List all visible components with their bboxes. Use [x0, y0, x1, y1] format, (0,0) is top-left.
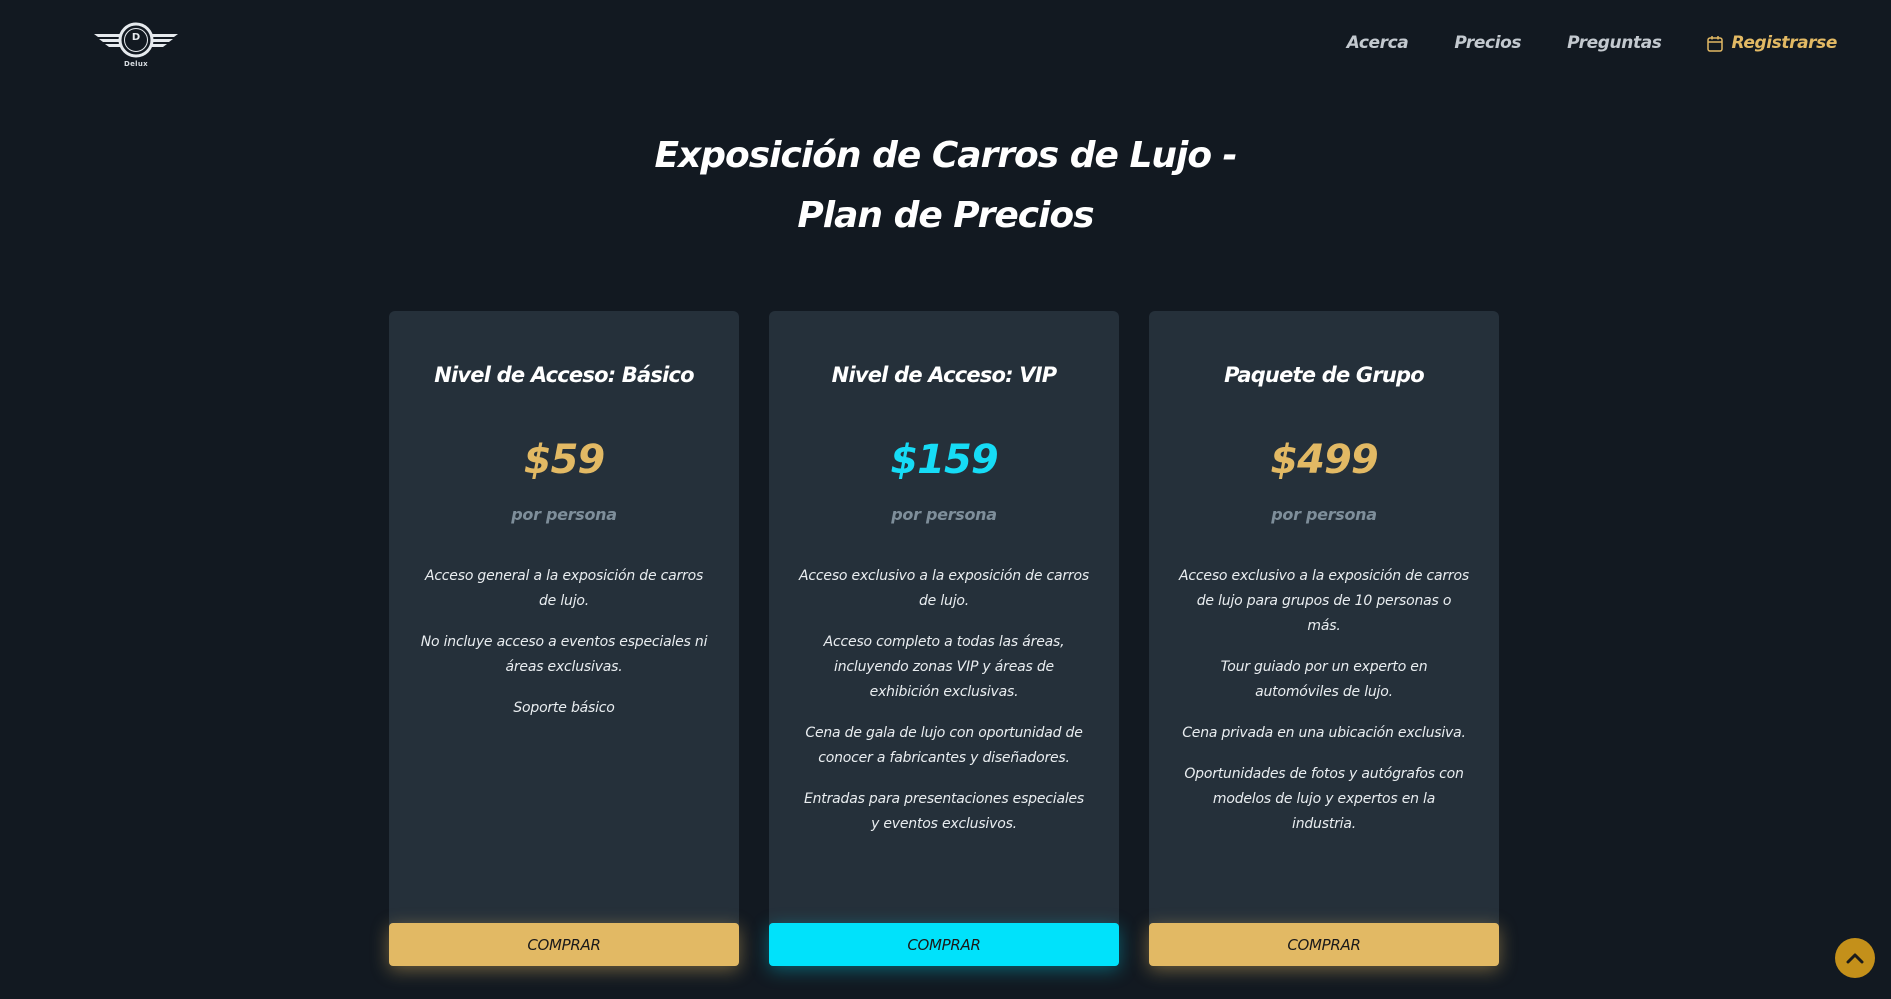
chevron-up-icon: [1846, 953, 1864, 964]
main-nav: Acerca Precios Preguntas Registrarse: [1347, 33, 1838, 53]
logo-letter: D: [131, 32, 141, 43]
plan-title: Nivel de Acceso: Básico: [434, 363, 694, 387]
plan-feature: Acceso exclusivo a la exposición de carr…: [799, 568, 1089, 609]
plan-feature: Acceso exclusivo a la exposición de carr…: [1179, 568, 1469, 634]
pricing-card-group: Paquete de Grupo $499 por persona Acceso…: [1149, 311, 1499, 966]
plan-features: Acceso general a la exposición de carros…: [419, 564, 709, 737]
plan-period: por persona: [1271, 505, 1377, 524]
plan-feature: Acceso completo a todas las áreas, inclu…: [823, 634, 1065, 700]
buy-button-group[interactable]: COMPRAR: [1149, 923, 1499, 966]
buy-button-vip[interactable]: COMPRAR: [769, 923, 1119, 966]
site-header: D Delux Acerca Precios Preguntas Registr…: [0, 0, 1891, 90]
plan-features: Acceso exclusivo a la exposición de carr…: [799, 564, 1089, 853]
plan-period: por persona: [511, 505, 617, 524]
plan-feature: Entradas para presentaciones especiales …: [803, 791, 1085, 832]
plan-feature: Acceso general a la exposición de carros…: [424, 568, 704, 609]
page-title: Exposición de Carros de Lujo - Plan de P…: [0, 126, 1891, 246]
nav-link-pricing[interactable]: Precios: [1454, 33, 1521, 53]
nav-link-faq[interactable]: Preguntas: [1567, 33, 1662, 53]
plan-price: $499: [1270, 437, 1378, 483]
plan-feature: Tour guiado por un experto en automóvile…: [1220, 659, 1428, 700]
plan-price: $159: [890, 437, 998, 483]
buy-button-basic[interactable]: COMPRAR: [389, 923, 739, 966]
logo-text: Delux: [124, 60, 148, 68]
plan-features: Acceso exclusivo a la exposición de carr…: [1179, 564, 1469, 853]
plan-title: Paquete de Grupo: [1224, 363, 1425, 387]
pricing-card-basic: Nivel de Acceso: Básico $59 por persona …: [389, 311, 739, 966]
plan-feature: Oportunidades de fotos y autógrafos con …: [1184, 766, 1464, 832]
plan-feature: Cena privada en una ubicación exclusiva.: [1182, 725, 1466, 741]
plan-title: Nivel de Acceso: VIP: [831, 363, 1057, 387]
nav-register-label: Registrarse: [1731, 33, 1837, 53]
page-title-line1: Exposición de Carros de Lujo -: [654, 135, 1237, 176]
plan-feature: Cena de gala de lujo con oportunidad de …: [805, 725, 1083, 766]
page-title-line2: Plan de Precios: [797, 195, 1094, 236]
calendar-icon: [1707, 35, 1724, 52]
pricing-card-vip: Nivel de Acceso: VIP $159 por persona Ac…: [769, 311, 1119, 966]
plan-feature: No incluye acceso a eventos especiales n…: [420, 634, 708, 675]
plan-feature: Soporte básico: [513, 700, 615, 716]
nav-register-link[interactable]: Registrarse: [1707, 33, 1837, 53]
plan-period: por persona: [891, 505, 997, 524]
brand-logo[interactable]: D Delux: [92, 20, 180, 72]
scroll-to-top-button[interactable]: [1835, 938, 1875, 978]
nav-link-about[interactable]: Acerca: [1347, 33, 1409, 53]
plan-price: $59: [523, 437, 606, 483]
